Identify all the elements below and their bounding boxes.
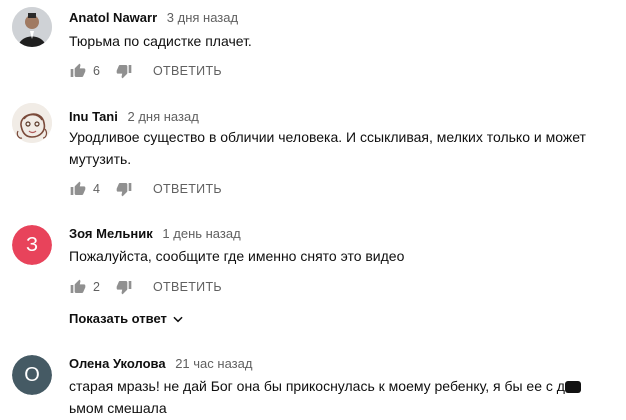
avatar[interactable]: О (12, 355, 52, 395)
thumb-up-icon (70, 63, 86, 77)
reply-button[interactable]: ОТВЕТИТЬ (153, 182, 222, 196)
redaction-mark (564, 381, 581, 394)
thumb-down-icon (116, 65, 132, 79)
thumb-down-icon (116, 183, 132, 197)
comment-actions: 2 ОТВЕТИТЬ (69, 275, 222, 299)
comment-text-part: ьмом смешала (69, 400, 167, 416)
timestamp[interactable]: 3 дня назад (167, 10, 238, 25)
comment-text: старая мразь! не дай Бог она бы прикосну… (69, 375, 614, 419)
show-replies-button[interactable]: Показать ответ (69, 311, 185, 326)
comment-header: Олена Уколова 21 час назад (69, 356, 252, 371)
like-button[interactable] (69, 278, 87, 296)
comment-header: Inu Tani 2 дня назад (69, 109, 199, 124)
timestamp[interactable]: 21 час назад (175, 356, 252, 371)
author-name[interactable]: Олена Уколова (69, 356, 166, 371)
comment-text: Тюрьма по садистке плачет. (69, 33, 252, 49)
thumb-down-icon (116, 281, 132, 295)
comment-header: Зоя Мельник 1 день назад (69, 226, 241, 241)
like-button[interactable] (69, 180, 87, 198)
comment-text-part: старая мразь! не дай Бог она бы прикосну… (69, 378, 565, 394)
avatar[interactable]: З (12, 225, 52, 265)
like-count: 6 (93, 64, 100, 78)
dislike-button[interactable] (115, 278, 133, 296)
avatar-letter: З (12, 225, 52, 265)
comment-actions: 4 ОТВЕТИТЬ (69, 177, 222, 201)
chevron-down-icon (173, 316, 183, 322)
avatar[interactable] (12, 103, 52, 143)
dislike-button[interactable] (115, 62, 133, 80)
timestamp[interactable]: 1 день назад (162, 226, 240, 241)
thumb-up-icon (70, 279, 86, 293)
author-name[interactable]: Anatol Nawarr (69, 10, 157, 25)
reply-button[interactable]: ОТВЕТИТЬ (153, 64, 222, 78)
avatar-photo (12, 7, 52, 47)
like-count: 4 (93, 182, 100, 196)
show-replies-label: Показать ответ (69, 311, 167, 326)
comment-text: Пожалуйста, сообщите где именно снято эт… (69, 248, 405, 264)
dislike-button[interactable] (115, 180, 133, 198)
comment-header: Anatol Nawarr 3 дня назад (69, 10, 238, 25)
comment-actions: 6 ОТВЕТИТЬ (69, 59, 222, 83)
author-name[interactable]: Inu Tani (69, 109, 118, 124)
thumb-up-icon (70, 181, 86, 195)
avatar[interactable] (12, 7, 52, 47)
avatar-drawing (12, 103, 52, 143)
author-name[interactable]: Зоя Мельник (69, 226, 153, 241)
comment-text: Уродливое существо в обличии человека. И… (69, 129, 586, 167)
like-button[interactable] (69, 62, 87, 80)
like-count: 2 (93, 280, 100, 294)
timestamp[interactable]: 2 дня назад (128, 109, 199, 124)
avatar-letter: О (12, 355, 52, 395)
reply-button[interactable]: ОТВЕТИТЬ (153, 280, 222, 294)
